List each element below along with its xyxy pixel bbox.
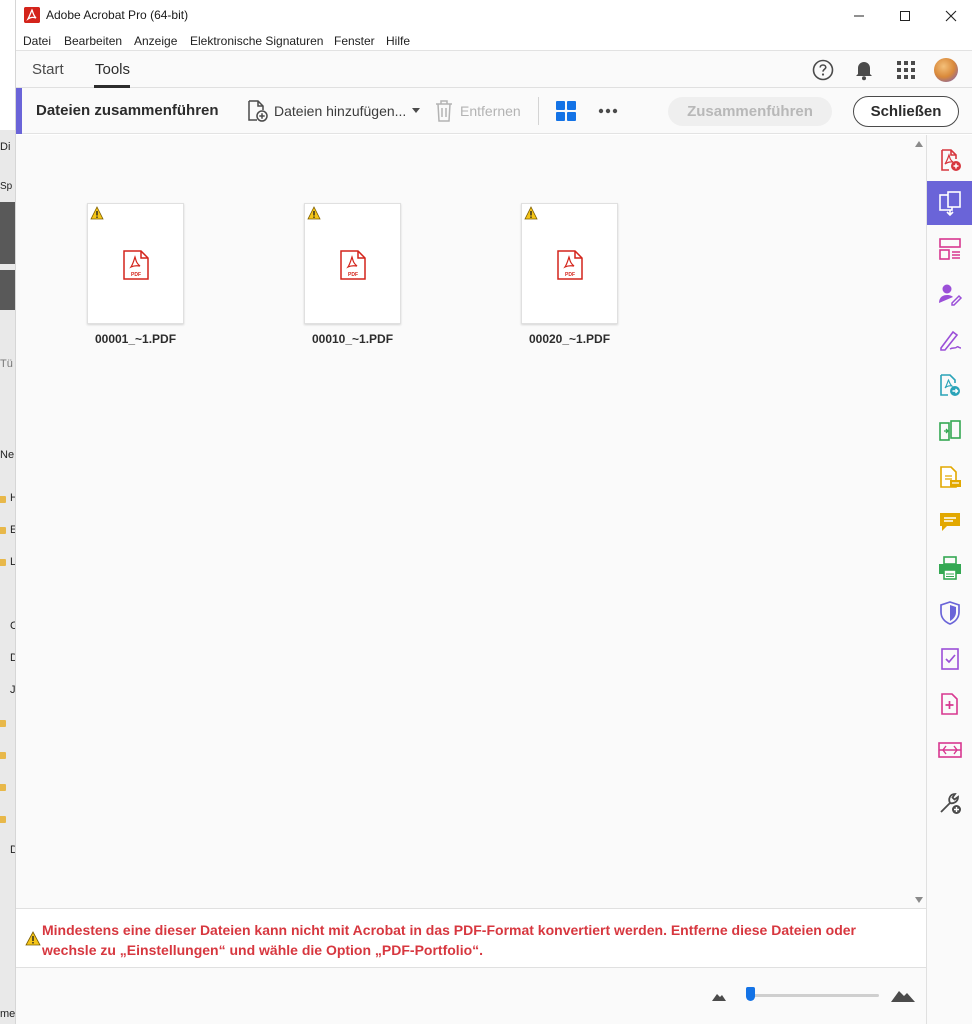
pdf-file-icon: PDF (340, 250, 366, 280)
pdf-file-icon: PDF (557, 250, 583, 280)
folder-icon (0, 784, 6, 791)
organize-pages-icon[interactable] (927, 227, 972, 271)
remove-button[interactable]: Entfernen (434, 98, 521, 124)
apps-grid-icon[interactable] (894, 58, 918, 82)
thumbnail-size-slider-track[interactable] (749, 994, 879, 997)
bg-fragment: Ne (0, 449, 15, 461)
bg-dark-panel (0, 202, 15, 264)
tool-accent-bar (16, 88, 22, 134)
folder-icon (0, 496, 6, 503)
minimize-icon (854, 15, 864, 17)
add-page-icon[interactable] (927, 682, 972, 726)
menu-fenster[interactable]: Fenster (334, 34, 375, 48)
add-file-icon (248, 100, 268, 122)
close-window-button[interactable] (928, 4, 972, 28)
folder-icon (0, 527, 6, 534)
remove-label: Entfernen (460, 103, 521, 119)
fill-sign-icon[interactable] (927, 318, 972, 362)
title-bar: Adobe Acrobat Pro (64-bit) (16, 0, 972, 31)
pdf-file-icon: PDF (123, 250, 149, 280)
window-title: Adobe Acrobat Pro (64-bit) (46, 8, 189, 22)
grid-view-icon[interactable] (556, 101, 576, 121)
more-options-icon[interactable] (596, 98, 620, 124)
bg-dark-panel (0, 270, 15, 310)
combine-files-toolbar: Dateien zusammenführen Dateien hinzufüge… (16, 88, 972, 134)
close-tool-button[interactable]: Schließen (853, 96, 959, 127)
acrobat-window: Adobe Acrobat Pro (64-bit) Datei Bearbei… (15, 0, 972, 1024)
add-files-label: Dateien hinzufügen... (274, 103, 407, 119)
comment-icon[interactable] (927, 500, 972, 544)
file-thumbnail[interactable]: PDF (87, 203, 184, 324)
tools-rail (926, 135, 972, 1024)
menu-bearbeiten[interactable]: Bearbeiten (64, 34, 122, 48)
vertical-scrollbar[interactable] (912, 135, 926, 908)
folder-icon (0, 720, 6, 727)
edit-pdf-icon[interactable] (927, 728, 972, 772)
prepare-form-icon[interactable] (927, 637, 972, 681)
notifications-bell-icon[interactable] (852, 58, 876, 82)
scan-ocr-icon[interactable] (927, 455, 972, 499)
thumbnail-size-slider-handle[interactable] (746, 987, 755, 1001)
file-name: 00020_~1.PDF (528, 332, 611, 346)
bg-fragment: Sp (0, 181, 13, 192)
menu-hilfe[interactable]: Hilfe (386, 34, 410, 48)
compare-files-icon[interactable] (927, 409, 972, 453)
warning-message: Mindestens eine dieser Dateien kann nich… (42, 920, 912, 960)
file-thumbnail[interactable]: PDF (521, 203, 618, 324)
bottom-bar (16, 968, 926, 1024)
merge-button[interactable]: Zusammenführen (668, 97, 832, 126)
add-files-button[interactable]: Dateien hinzufügen... (246, 98, 421, 124)
tool-title: Dateien zusammenführen (36, 102, 219, 119)
tab-tools[interactable]: Tools (95, 61, 130, 78)
create-pdf-icon[interactable] (927, 138, 972, 182)
svg-text:PDF: PDF (348, 272, 358, 278)
tab-bar: Start Tools (16, 51, 972, 88)
file-name: 00001_~1.PDF (94, 332, 177, 346)
close-icon (945, 10, 957, 22)
zoom-in-mountain-icon (891, 991, 915, 1002)
print-production-icon[interactable] (927, 546, 972, 590)
minimize-button[interactable] (836, 4, 882, 28)
folder-icon (0, 816, 6, 823)
combine-files-icon[interactable] (927, 181, 972, 225)
warning-line-2: wechsle zu „Einstellungen“ und wähle die… (42, 942, 484, 958)
folder-icon (0, 752, 6, 759)
export-pdf-icon[interactable] (927, 363, 972, 407)
tab-start[interactable]: Start (32, 61, 64, 78)
conversion-warning-banner: Mindestens eine dieser Dateien kann nich… (16, 908, 926, 968)
background-window: Di Sp Tü Ne H E L C D J D me (0, 130, 18, 1024)
zoom-out-mountain-icon (712, 994, 726, 1001)
folder-icon (0, 559, 6, 566)
file-thumbnail[interactable]: PDF (304, 203, 401, 324)
warning-icon (524, 206, 538, 220)
toolbar-divider (538, 97, 539, 125)
protect-icon[interactable] (927, 591, 972, 635)
help-icon[interactable] (811, 58, 835, 82)
bg-fragment: Tü (0, 358, 13, 370)
trash-icon (436, 100, 452, 122)
svg-text:PDF: PDF (131, 272, 141, 278)
bg-fragment: Di (0, 141, 11, 153)
user-avatar[interactable] (934, 58, 958, 82)
request-signature-icon[interactable] (927, 272, 972, 316)
acrobat-logo-icon (24, 7, 40, 23)
warning-icon (90, 206, 104, 220)
menu-datei[interactable]: Datei (23, 34, 51, 48)
bg-fragment: me (0, 1008, 16, 1020)
menu-anzeige[interactable]: Anzeige (134, 34, 177, 48)
warning-line-1: Mindestens eine dieser Dateien kann nich… (42, 922, 857, 938)
svg-text:PDF: PDF (565, 272, 575, 278)
maximize-icon (900, 11, 910, 21)
more-tools-icon[interactable] (927, 781, 972, 825)
file-name: 00010_~1.PDF (311, 332, 394, 346)
warning-icon (307, 206, 321, 220)
menu-bar: Datei Bearbeiten Anzeige Elektronische S… (16, 31, 972, 51)
menu-elektronische-signaturen[interactable]: Elektronische Signaturen (190, 34, 323, 48)
dropdown-caret-icon (412, 108, 421, 113)
maximize-button[interactable] (882, 4, 928, 28)
warning-icon (25, 931, 41, 946)
